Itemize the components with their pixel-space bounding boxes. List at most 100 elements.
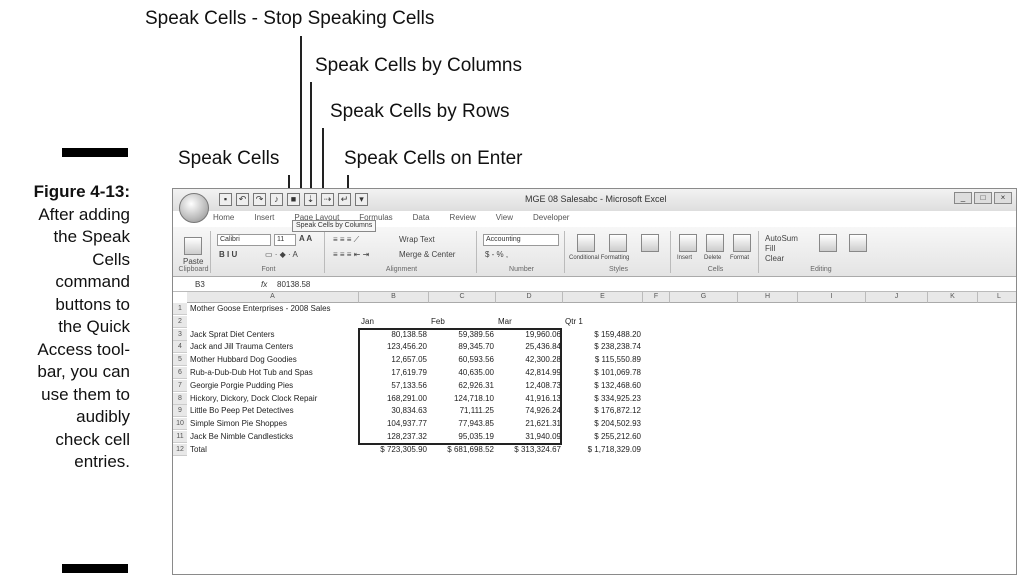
column-header-g[interactable]: G xyxy=(670,292,738,303)
tab-developer[interactable]: Developer xyxy=(533,213,569,222)
column-header-c[interactable]: C xyxy=(429,292,496,303)
border-fill-color-icons[interactable]: ▭ · ◆ · A xyxy=(265,250,298,259)
stop-speaking-icon[interactable]: ■ xyxy=(287,193,300,206)
tab-home[interactable]: Home xyxy=(213,213,234,222)
column-header-a[interactable]: A xyxy=(187,292,359,303)
row-header[interactable]: 10 xyxy=(173,418,187,431)
cell-jan[interactable]: Jan xyxy=(361,316,421,328)
customize-qat-icon[interactable]: ▾ xyxy=(355,193,368,206)
column-header-d[interactable]: D xyxy=(496,292,563,303)
sort-filter-icon[interactable] xyxy=(819,234,837,252)
row-header[interactable]: 4 xyxy=(173,341,187,354)
tab-view[interactable]: View xyxy=(496,213,513,222)
maximize-button[interactable]: □ xyxy=(974,192,992,204)
grow-font-icon[interactable]: A A xyxy=(299,234,312,243)
row-header[interactable]: 12 xyxy=(173,443,187,456)
tab-data[interactable]: Data xyxy=(413,213,430,222)
group-font: Calibri 11 A A B I U ▭ · ◆ · A Font xyxy=(213,231,325,273)
cell-qtr1[interactable]: $ 159,488.20 xyxy=(563,329,641,341)
tab-review[interactable]: Review xyxy=(450,213,476,222)
delete-cells-icon[interactable] xyxy=(706,234,724,252)
close-button[interactable]: × xyxy=(994,192,1012,204)
column-header-j[interactable]: J xyxy=(866,292,928,303)
column-header-h[interactable]: H xyxy=(738,292,798,303)
caption-line: audibly xyxy=(76,407,130,426)
cell-qtr1[interactable]: Qtr 1 xyxy=(565,316,625,328)
row-header[interactable]: 8 xyxy=(173,392,187,405)
cell-qtr1[interactable]: $ 334,925.23 xyxy=(563,393,641,405)
undo-icon[interactable]: ↶ xyxy=(236,193,249,206)
row-header[interactable]: 3 xyxy=(173,328,187,341)
align-left-icons[interactable]: ≡ ≡ ≡ ⇤ ⇥ xyxy=(333,250,369,259)
row-header[interactable]: 6 xyxy=(173,367,187,379)
caption-line: buttons to xyxy=(55,294,130,314)
caption-top-rule xyxy=(62,148,128,157)
cell-jan[interactable]: $ 723,305.90 xyxy=(359,444,427,456)
formula-bar: B3 fx 80138.58 xyxy=(173,278,1016,292)
speak-by-columns-icon[interactable]: ⇣ xyxy=(304,193,317,206)
align-top-icons[interactable]: ≡ ≡ ≡ ⟋ xyxy=(333,235,359,245)
format-cells-icon[interactable] xyxy=(733,234,751,252)
row-header[interactable]: 2 xyxy=(173,315,187,328)
cell-qtr1[interactable]: $ 1,718,329.09 xyxy=(563,444,641,456)
minimize-button[interactable]: _ xyxy=(954,192,972,204)
format-as-table-icon[interactable] xyxy=(609,234,627,252)
clear-button[interactable]: Clear xyxy=(765,254,784,263)
callout-speak-cells: Speak Cells xyxy=(178,148,280,169)
group-label: Clipboard xyxy=(178,266,209,273)
row-header[interactable]: 9 xyxy=(173,405,187,418)
cell-qtr1[interactable]: $ 204,502.93 xyxy=(563,418,641,430)
find-select-icon[interactable] xyxy=(849,234,867,252)
autosum-button[interactable]: AutoSum xyxy=(765,234,798,243)
caption-line: bar, you can xyxy=(37,362,130,381)
row-header[interactable]: 7 xyxy=(173,379,187,392)
save-icon[interactable]: ▪ xyxy=(219,193,232,206)
format-label: Format xyxy=(730,255,750,261)
cell-qtr1[interactable]: $ 176,872.12 xyxy=(563,405,641,417)
conditional-formatting-icon[interactable] xyxy=(577,234,595,252)
caption-line: Cells xyxy=(92,249,130,269)
cell-qtr1[interactable]: $ 101,069.78 xyxy=(563,367,641,379)
row-header[interactable]: 1 xyxy=(173,303,187,315)
callout-speak-by-columns: Speak Cells by Columns xyxy=(315,55,522,76)
merge-center-button[interactable]: Merge & Center xyxy=(399,250,455,259)
office-button[interactable] xyxy=(179,193,209,223)
cell-qtr1[interactable]: $ 132,468.60 xyxy=(563,380,641,392)
cell-feb[interactable]: $ 681,698.52 xyxy=(429,444,494,456)
ribbon: Paste Clipboard Calibri 11 A A B I U ▭ ·… xyxy=(173,227,1016,277)
bold-italic-underline-icons[interactable]: B I U xyxy=(219,250,237,259)
redo-icon[interactable]: ↷ xyxy=(253,193,266,206)
cell-mar[interactable]: $ 313,324.67 xyxy=(496,444,561,456)
column-header-f[interactable]: F xyxy=(643,292,670,303)
wrap-text-button[interactable]: Wrap Text xyxy=(399,235,435,244)
column-header-b[interactable]: B xyxy=(359,292,429,303)
cell-mar[interactable]: Mar xyxy=(498,316,558,328)
insert-cells-icon[interactable] xyxy=(679,234,697,252)
group-label: Alignment xyxy=(385,266,418,273)
cell-qtr1[interactable]: $ 255,212.60 xyxy=(563,431,641,443)
cell-feb[interactable]: Feb xyxy=(431,316,491,328)
tab-insert[interactable]: Insert xyxy=(254,213,274,222)
formula-input[interactable]: 80138.58 xyxy=(277,280,310,289)
cell-qtr1[interactable]: $ 238,238.74 xyxy=(563,341,641,353)
column-header-e[interactable]: E xyxy=(563,292,643,303)
row-header[interactable]: 11 xyxy=(173,431,187,443)
cell-styles-icon[interactable] xyxy=(641,234,659,252)
column-header-i[interactable]: I xyxy=(798,292,866,303)
column-header-k[interactable]: K xyxy=(928,292,978,303)
name-box[interactable]: B3 xyxy=(195,280,205,289)
paste-icon[interactable] xyxy=(184,237,202,255)
cell-company[interactable]: Mother Goose Enterprises - 2008 Sales xyxy=(190,303,450,315)
speak-on-enter-icon[interactable]: ↵ xyxy=(338,193,351,206)
column-header-l[interactable]: L xyxy=(978,292,1016,303)
currency-percent-icons[interactable]: $ - % , xyxy=(485,250,508,259)
number-format-box[interactable]: Accounting xyxy=(483,234,559,246)
fill-button[interactable]: Fill xyxy=(765,244,775,253)
font-name-box[interactable]: Calibri xyxy=(217,234,271,246)
font-size-box[interactable]: 11 xyxy=(274,234,296,246)
speak-cells-icon[interactable]: ♪ xyxy=(270,193,283,206)
speak-by-rows-icon[interactable]: ⇢ xyxy=(321,193,334,206)
cell-qtr1[interactable]: $ 115,550.89 xyxy=(563,354,641,366)
row-header[interactable]: 5 xyxy=(173,354,187,367)
paste-label: Paste xyxy=(183,257,204,266)
